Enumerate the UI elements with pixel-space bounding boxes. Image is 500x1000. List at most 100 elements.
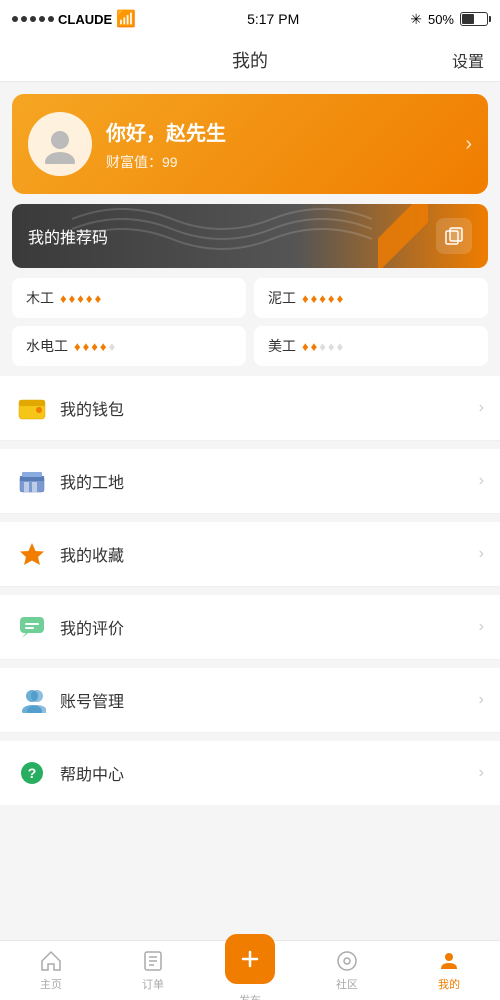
- home-icon: [39, 949, 63, 973]
- menu-label-construction: 我的工地: [60, 469, 479, 493]
- profile-banner[interactable]: 你好，赵先生 财富值：99 ›: [12, 94, 488, 194]
- star-empty-icon: ♦: [109, 339, 116, 354]
- menu-item-reviews[interactable]: 我的评价 ›: [0, 595, 500, 660]
- skill-item-carpentry: 木工 ♦ ♦ ♦ ♦ ♦: [12, 278, 246, 318]
- svg-text:?: ?: [28, 765, 37, 781]
- status-right: ✳ 50%: [410, 11, 488, 28]
- skill-stars-masonry: ♦ ♦ ♦ ♦ ♦: [302, 291, 343, 306]
- star-icon: ♦: [302, 339, 309, 354]
- tab-home-label: 主页: [40, 976, 62, 992]
- tab-mine[interactable]: 我的: [419, 949, 479, 992]
- skill-stars-electrical: ♦ ♦ ♦ ♦ ♦: [74, 339, 115, 354]
- star-icon: ♦: [77, 291, 84, 306]
- star-icon: ♦: [302, 291, 309, 306]
- skill-item-design: 美工 ♦ ♦ ♦ ♦ ♦: [254, 326, 488, 366]
- tab-publish-wrapper: 发布: [225, 934, 275, 1000]
- skill-name-masonry: 泥工: [268, 288, 296, 308]
- reviews-icon-wrapper: [16, 611, 48, 643]
- star-icon: ♦: [100, 339, 107, 354]
- avatar-icon: [40, 124, 80, 164]
- menu-label-help: 帮助中心: [60, 761, 479, 785]
- status-left: CLAUDE 📶: [12, 9, 136, 29]
- star-icon: [18, 541, 46, 567]
- skill-stars-carpentry: ♦ ♦ ♦ ♦ ♦: [60, 291, 101, 306]
- help-icon: ?: [18, 760, 46, 786]
- skill-name-carpentry: 木工: [26, 288, 54, 308]
- star-empty-icon: ♦: [328, 339, 335, 354]
- nav-header: 我的 设置: [0, 38, 500, 82]
- settings-button[interactable]: 设置: [452, 48, 484, 72]
- skill-item-masonry: 泥工 ♦ ♦ ♦ ♦ ♦: [254, 278, 488, 318]
- star-icon: ♦: [319, 291, 326, 306]
- battery-percent: 50%: [428, 12, 454, 27]
- menu-label-wallet: 我的钱包: [60, 396, 479, 420]
- chevron-right-icon: ›: [479, 618, 484, 636]
- wallet-icon: [18, 395, 46, 421]
- status-time: 5:17 PM: [247, 11, 299, 27]
- star-icon: ♦: [337, 291, 344, 306]
- wifi-icon: 📶: [116, 9, 136, 29]
- tab-publish-label: 发布: [239, 992, 261, 1000]
- account-icon-wrapper: [16, 684, 48, 716]
- skill-item-electrical: 水电工 ♦ ♦ ♦ ♦ ♦: [12, 326, 246, 366]
- carrier-label: CLAUDE: [58, 12, 112, 27]
- star-icon: ♦: [311, 291, 318, 306]
- mine-icon: [437, 949, 461, 973]
- tab-home[interactable]: 主页: [21, 949, 81, 992]
- star-icon: ♦: [95, 291, 102, 306]
- star-empty-icon: ♦: [319, 339, 326, 354]
- battery-icon: [460, 12, 488, 26]
- skill-stars-design: ♦ ♦ ♦ ♦ ♦: [302, 339, 343, 354]
- avatar: [28, 112, 92, 176]
- profile-wealth: 财富值：99: [106, 152, 226, 172]
- star-icon: ♦: [69, 291, 76, 306]
- favorites-icon-wrapper: [16, 538, 48, 570]
- tab-community-label: 社区: [336, 976, 358, 992]
- menu-label-favorites: 我的收藏: [60, 542, 479, 566]
- star-icon: ♦: [74, 339, 81, 354]
- tab-publish-button[interactable]: [225, 934, 275, 984]
- help-icon-wrapper: ?: [16, 757, 48, 789]
- tab-community[interactable]: 社区: [317, 949, 377, 992]
- status-bar: CLAUDE 📶 5:17 PM ✳ 50%: [0, 0, 500, 38]
- bluetooth-icon: ✳: [410, 11, 422, 28]
- chevron-right-icon: ›: [479, 399, 484, 417]
- star-icon: ♦: [311, 339, 318, 354]
- star-empty-icon: ♦: [337, 339, 344, 354]
- chevron-right-icon: ›: [479, 545, 484, 563]
- copy-icon[interactable]: [436, 218, 472, 254]
- menu-item-construction[interactable]: 我的工地 ›: [0, 449, 500, 514]
- star-icon: ♦: [86, 291, 93, 306]
- tab-bar: 主页 订单 发布 社区 我的: [0, 940, 500, 1000]
- account-icon: [18, 687, 46, 713]
- referral-label: 我的推荐码: [28, 224, 108, 248]
- community-icon: [335, 949, 359, 973]
- menu-item-favorites[interactable]: 我的收藏 ›: [0, 522, 500, 587]
- profile-chevron-icon: ›: [465, 133, 472, 156]
- menu-label-reviews: 我的评价: [60, 615, 479, 639]
- skills-grid: 木工 ♦ ♦ ♦ ♦ ♦ 泥工 ♦ ♦ ♦ ♦ ♦ 水电工 ♦ ♦ ♦ ♦ ♦ …: [12, 278, 488, 366]
- construction-icon: [18, 468, 46, 494]
- orders-icon: [141, 949, 165, 973]
- star-icon: ♦: [91, 339, 98, 354]
- menu-label-account: 账号管理: [60, 688, 479, 712]
- profile-name: 你好，赵先生: [106, 117, 226, 146]
- signal-dots: [12, 16, 54, 22]
- profile-info: 你好，赵先生 财富值：99: [106, 117, 226, 172]
- menu-item-wallet[interactable]: 我的钱包 ›: [0, 376, 500, 441]
- publish-icon: [236, 945, 264, 973]
- star-icon: ♦: [60, 291, 67, 306]
- referral-banner[interactable]: 我的推荐码: [12, 204, 488, 268]
- wallet-icon-wrapper: [16, 392, 48, 424]
- tab-mine-label: 我的: [438, 976, 460, 992]
- menu-list: 我的钱包 › 我的工地 › 我的收藏 ›: [0, 376, 500, 805]
- skill-name-design: 美工: [268, 336, 296, 356]
- tab-orders[interactable]: 订单: [123, 949, 183, 992]
- chevron-right-icon: ›: [479, 691, 484, 709]
- chevron-right-icon: ›: [479, 472, 484, 490]
- menu-item-account[interactable]: 账号管理 ›: [0, 668, 500, 733]
- comment-icon: [18, 614, 46, 640]
- chevron-right-icon: ›: [479, 764, 484, 782]
- menu-item-help[interactable]: ? 帮助中心 ›: [0, 741, 500, 805]
- tab-orders-label: 订单: [142, 976, 164, 992]
